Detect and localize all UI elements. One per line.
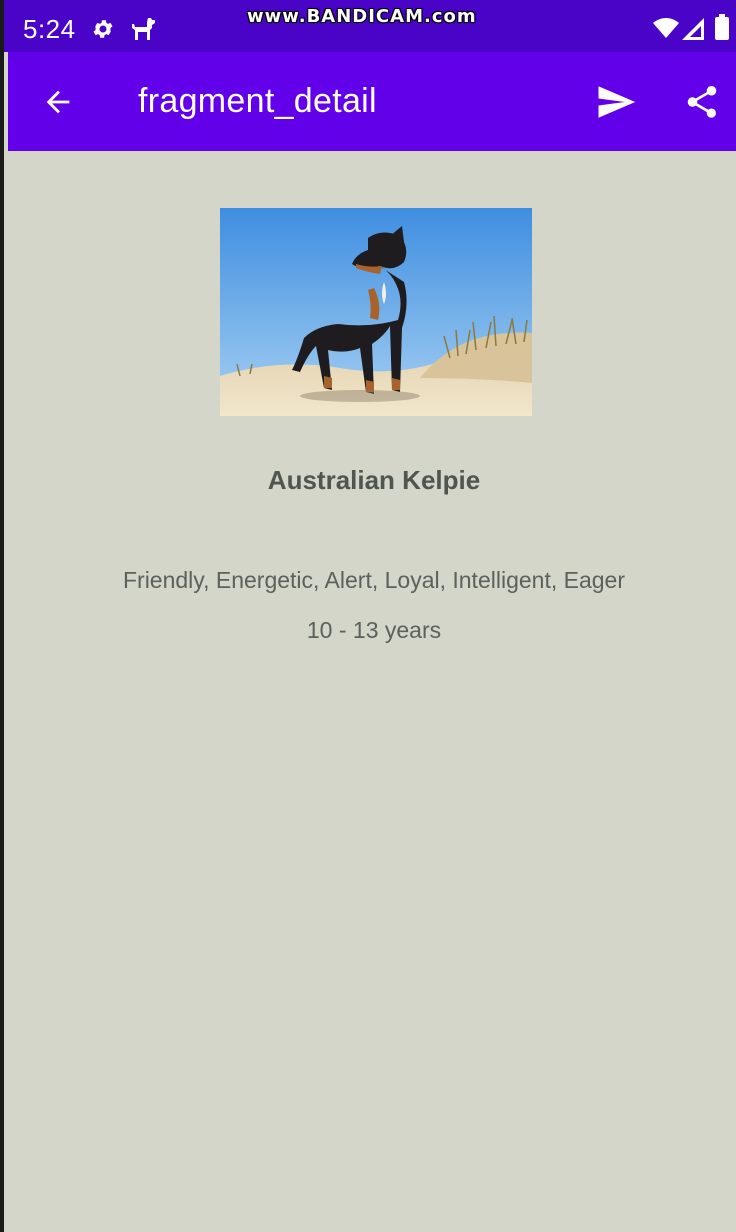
watermark: www.BANDICAM.com: [247, 6, 477, 27]
screen: 5:24 www.BANDICAM.com fragment_detail Au…: [0, 0, 736, 1232]
breed-life-span: 10 - 13 years: [306, 617, 442, 643]
arrow-left-icon: [46, 90, 70, 114]
send-button[interactable]: [588, 74, 644, 130]
send-icon: [598, 86, 636, 118]
status-bar: 5:24 www.BANDICAM.com: [4, 0, 736, 52]
dog-photo-illustration: [220, 208, 532, 416]
share-icon: [687, 86, 717, 118]
app-title: fragment_detail: [138, 82, 377, 120]
share-button[interactable]: [674, 74, 730, 130]
dog-photo: [220, 208, 532, 416]
status-time: 5:24: [23, 14, 76, 44]
dog-icon: [132, 18, 155, 40]
breed-temperament: Friendly, Energetic, Alert, Loyal, Intel…: [122, 567, 625, 593]
app-bar: fragment_detail: [8, 52, 736, 151]
gear-icon: [93, 20, 113, 38]
back-button[interactable]: [30, 74, 86, 130]
battery-icon: [715, 14, 729, 40]
wifi-icon: [653, 18, 679, 38]
breed-name: Australian Kelpie: [267, 465, 481, 495]
signal-icon: [682, 18, 704, 40]
